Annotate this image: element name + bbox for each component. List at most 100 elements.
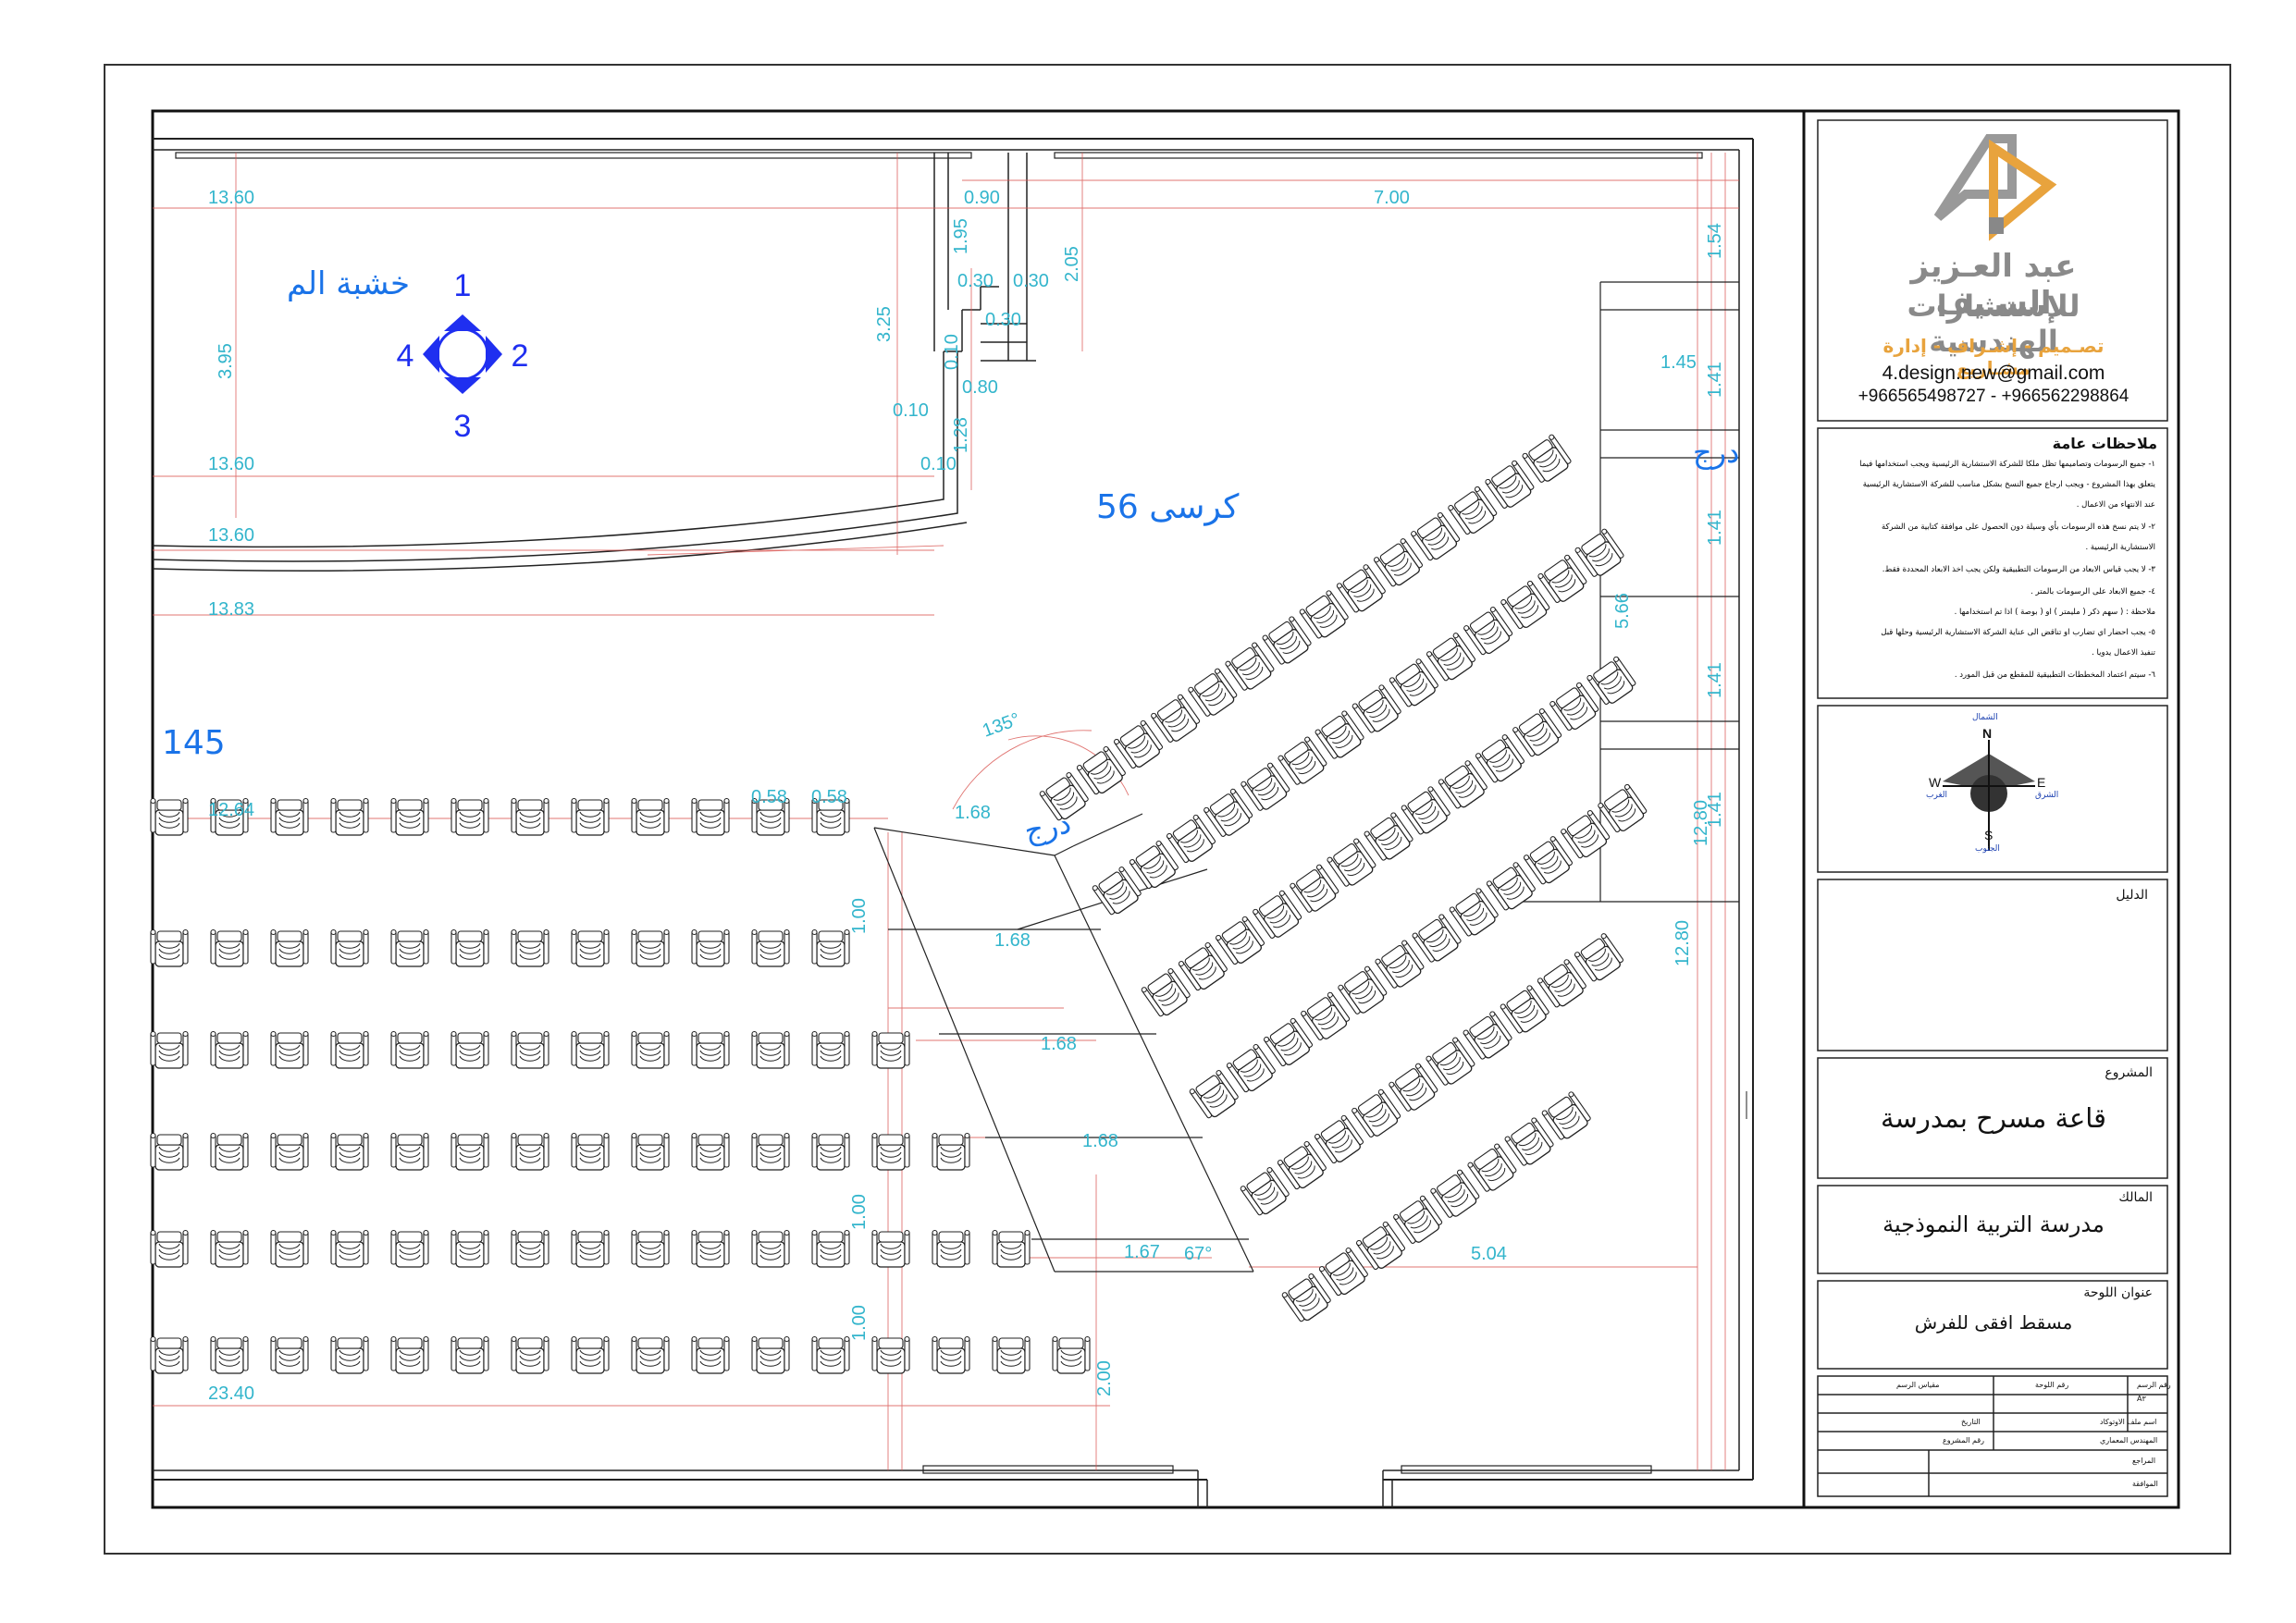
seat-chair: [390, 1030, 429, 1069]
dim: 2.05: [1062, 246, 1082, 282]
dim: 0.30: [957, 271, 994, 291]
seat-chair: [932, 1132, 970, 1171]
seat-chair: [1335, 563, 1389, 616]
seat-chair: [1354, 1220, 1408, 1273]
compass-n-ar: الشمال: [1972, 713, 1998, 722]
seat-chair: [1317, 1246, 1371, 1299]
seat-chair: [1540, 1090, 1594, 1143]
dimension-texts: 13.60 0.90 7.00 1.54 1.95 2.05 0.30 0.30…: [208, 188, 1725, 1404]
seat-chair: [751, 1132, 790, 1171]
seat-chair: [451, 797, 489, 836]
seat-chair: [150, 1030, 189, 1069]
note-line: ٦- سيتم اعتماد المخططات التطبيقية للمقطع…: [1954, 670, 2155, 680]
seat-chair: [1400, 785, 1453, 838]
seat-chair: [390, 1229, 429, 1268]
seat-chair: [270, 1335, 309, 1374]
seat-chair: [1239, 1166, 1292, 1219]
view-marker-bottom: 3: [454, 409, 472, 444]
note-line: ٥- يجب احضار اي تضارب او تناقض الى عناية…: [1881, 628, 2155, 637]
dim: 0.58: [751, 787, 787, 807]
seat-chair: [1484, 459, 1537, 512]
note-line: ٤- جميع الابعاد على الرسومات بالمتر .: [2031, 587, 2155, 596]
seat-chair: [210, 1030, 249, 1069]
seat-chair: [1214, 915, 1267, 968]
seat-chair: [451, 1229, 489, 1268]
seat-chair: [1574, 527, 1627, 581]
dim: 0.10: [893, 400, 929, 421]
seat-chair: [1300, 990, 1352, 1044]
dim: 1.68: [955, 803, 991, 823]
seat-chair: [270, 1229, 309, 1268]
dim: 1.54: [1705, 223, 1725, 259]
seat-chair: [511, 1030, 549, 1069]
seat-chair: [751, 928, 790, 967]
seat-chair: [871, 1229, 910, 1268]
seat-chair: [210, 1132, 249, 1171]
dim: 1.00: [849, 1305, 870, 1341]
dim: 1.68: [1041, 1034, 1077, 1054]
notes-list: ١- جميع الرسومات وتصاميمها تظل ملكا للشر…: [1827, 460, 2155, 691]
seating-block-left: [150, 797, 1091, 1374]
seat-chair: [1521, 433, 1574, 486]
seat-chair: [1388, 1062, 1440, 1115]
seat-chair: [1075, 744, 1129, 798]
seat-chair: [691, 1030, 730, 1069]
seat-chair: [1447, 485, 1500, 538]
seat-chair: [451, 1335, 489, 1374]
table-date: التاريخ: [1961, 1418, 1981, 1426]
seat-chair: [1252, 889, 1304, 942]
compass-w-ar: الغرب: [1926, 791, 1948, 800]
seat-chair: [1392, 1194, 1445, 1248]
dim: 3.95: [216, 343, 236, 379]
dim: 23.40: [208, 1383, 254, 1404]
seat-chair: [871, 1030, 910, 1069]
dim: 13.60: [208, 454, 254, 474]
seat-chair: [390, 1132, 429, 1171]
seat-chair: [751, 1229, 790, 1268]
seat-chair: [1597, 782, 1649, 836]
seat-chair: [210, 928, 249, 967]
seat-chair: [150, 1229, 189, 1268]
dim: 0.30: [985, 310, 1021, 330]
note-line: تنفيذ الاعمال يدويا .: [2092, 648, 2155, 658]
seat-chair: [330, 1132, 369, 1171]
seat-chair: [1052, 1335, 1091, 1374]
seat-chair: [270, 797, 309, 836]
notes-title: ملاحظات عامة: [2052, 435, 2157, 452]
dim: 0.30: [1013, 271, 1049, 291]
dim: 0.90: [964, 188, 1000, 208]
dim: 13.83: [208, 599, 254, 620]
seat-chair: [631, 1132, 670, 1171]
seat-chair: [811, 1132, 850, 1171]
seat-chair: [150, 1335, 189, 1374]
dim: 2.00: [1094, 1360, 1115, 1396]
seat-chair: [1411, 913, 1464, 965]
note-line: ٣- لا يجب قياس الابعاد من الرسومات التطب…: [1882, 565, 2155, 574]
seat-chair: [992, 1229, 1031, 1268]
dim: 1.68: [1082, 1131, 1118, 1151]
legend-label: الدليل: [2116, 888, 2148, 903]
dim: 12.80: [1673, 920, 1693, 966]
seat-chair: [1437, 759, 1490, 812]
seat-chair: [691, 1229, 730, 1268]
table-sheet-no: رقم اللوحة: [2035, 1381, 2069, 1389]
seat-chair: [1289, 863, 1341, 916]
seat-chair: [691, 1132, 730, 1171]
note-line: ٢- لا يتم نسخ هذه الرسومات بأي وسيلة دون…: [1881, 523, 2155, 532]
seat-chair: [1112, 719, 1166, 772]
seat-chair: [390, 797, 429, 836]
dim: 0.10: [920, 454, 957, 474]
seat-chair: [1474, 733, 1527, 786]
seat-chair: [1462, 1010, 1515, 1063]
seat-chair: [270, 1132, 309, 1171]
note-line: عند الانتهاء من الاعمال .: [2076, 500, 2155, 510]
seat-chair: [871, 1335, 910, 1374]
seat-chair: [330, 1335, 369, 1374]
seat-chair: [210, 1335, 249, 1374]
company-phones: +966565498727 - +966562298864: [1858, 387, 2129, 406]
seat-chair: [1463, 605, 1515, 658]
seat-chair: [1374, 939, 1427, 992]
seat-chair: [511, 797, 549, 836]
seat-chair: [571, 1229, 610, 1268]
table-reviewer: المراجع: [2132, 1457, 2156, 1465]
